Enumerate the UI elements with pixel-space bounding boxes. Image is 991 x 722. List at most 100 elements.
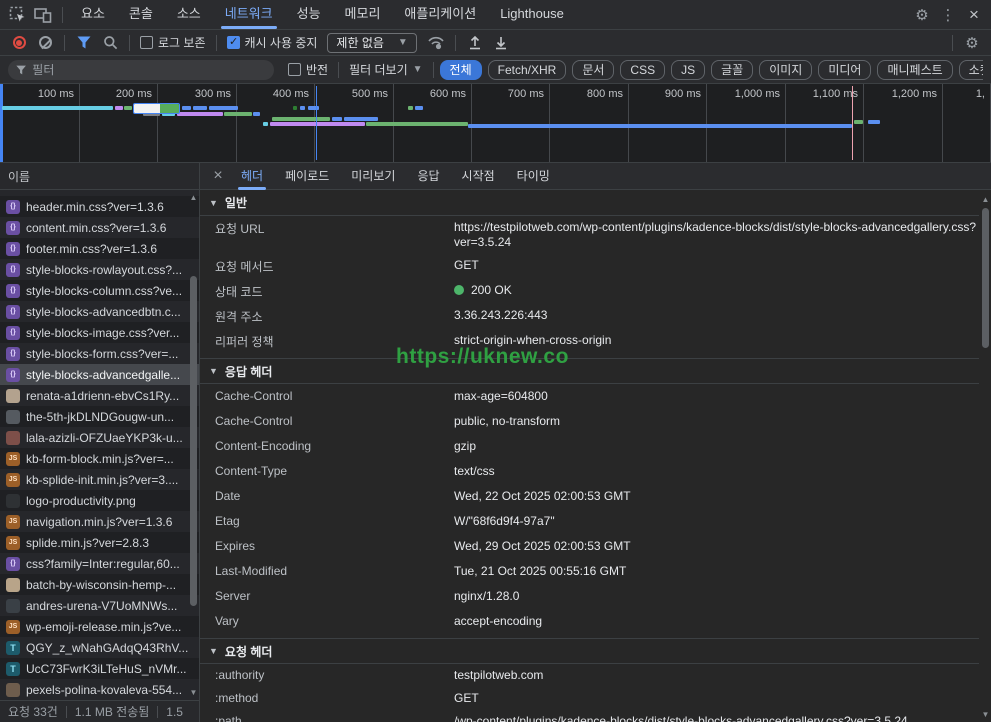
- waterfall-bar: [408, 106, 413, 110]
- request-list-scrollbar[interactable]: ▲ ▼: [188, 190, 199, 700]
- request-row[interactable]: andres-urena-V7UoMNWs...: [0, 595, 199, 616]
- request-row[interactable]: JSnavigation.min.js?ver=1.3.6: [0, 511, 199, 532]
- filter-icon[interactable]: [71, 31, 97, 55]
- header-name: Expires: [215, 539, 454, 553]
- network-conditions-icon[interactable]: [423, 31, 449, 55]
- request-row[interactable]: {}style-blocks-image.css?ver...: [0, 322, 199, 343]
- scroll-down-icon[interactable]: ▼: [980, 709, 991, 720]
- request-row[interactable]: {}style-blocks-form.css?ver=...: [0, 343, 199, 364]
- timeline-gridline: [942, 84, 943, 162]
- scrollbar-thumb[interactable]: [190, 276, 197, 606]
- request-row[interactable]: {}footer.min.css?ver=1.3.6: [0, 238, 199, 259]
- request-row[interactable]: logo-productivity.png: [0, 490, 199, 511]
- waterfall-bar: [854, 120, 863, 124]
- header-name: Server: [215, 589, 454, 603]
- filter-input-pill[interactable]: [8, 60, 274, 80]
- main-tab-5[interactable]: 성능: [285, 0, 333, 30]
- waterfall-bar: [224, 112, 252, 116]
- clear-icon[interactable]: [32, 31, 58, 55]
- close-icon[interactable]: ×: [961, 3, 987, 27]
- export-har-icon[interactable]: [488, 31, 514, 55]
- scrollbar-thumb[interactable]: [982, 208, 989, 348]
- request-name: renata-a1drienn-ebvCs1Ry...: [26, 389, 179, 403]
- request-row[interactable]: pexels-polina-kovaleva-554...: [0, 679, 199, 700]
- more-menu-icon[interactable]: ⋮: [935, 3, 961, 27]
- request-row[interactable]: lala-azizli-OFZUaeYKP3k-u...: [0, 427, 199, 448]
- detail-tab-1[interactable]: 헤더: [230, 163, 274, 190]
- request-name: style-blocks-image.css?ver...: [26, 326, 179, 340]
- header-row: Content-Encodinggzip: [200, 434, 979, 459]
- request-row[interactable]: {}style-blocks-rowlayout.css?...: [0, 259, 199, 280]
- main-tab-4[interactable]: 네트워크: [213, 0, 285, 30]
- name-column-header[interactable]: 이름: [0, 163, 199, 190]
- scroll-up-icon[interactable]: ▲: [980, 194, 991, 205]
- main-tab-7[interactable]: 애플리케이션: [392, 0, 488, 30]
- detail-tab-5[interactable]: 시작점: [451, 163, 506, 190]
- filter-chip-4[interactable]: CSS: [620, 60, 665, 80]
- css-file-icon: {}: [6, 347, 20, 361]
- network-overview-timeline[interactable]: 100 ms200 ms300 ms400 ms500 ms600 ms700 …: [0, 84, 991, 163]
- filter-chip-1[interactable]: 전체: [440, 60, 482, 80]
- section-header-1[interactable]: ▼일반: [200, 190, 979, 216]
- main-tab-6[interactable]: 메모리: [333, 0, 393, 30]
- scroll-down-icon[interactable]: ▼: [188, 687, 199, 698]
- device-toolbar-icon[interactable]: [30, 3, 56, 27]
- settings-gear-icon[interactable]: ⚙: [909, 3, 935, 27]
- filter-chip-3[interactable]: 문서: [572, 60, 614, 80]
- request-row[interactable]: {}css?family=Inter:regular,60...: [0, 553, 199, 574]
- network-settings-gear-icon[interactable]: ⚙: [959, 31, 985, 55]
- waterfall-bar: [332, 117, 342, 121]
- section-header-2[interactable]: ▼응답 헤더: [200, 358, 979, 384]
- request-row[interactable]: JSkb-splide-init.min.js?ver=3....: [0, 469, 199, 490]
- detail-tab-2[interactable]: 페이로드: [274, 163, 340, 190]
- header-row: Content-Typetext/css: [200, 459, 979, 484]
- detail-scrollbar[interactable]: ▲ ▼: [980, 190, 991, 722]
- filter-chip-5[interactable]: JS: [671, 60, 705, 80]
- inspect-element-icon[interactable]: [4, 3, 30, 27]
- main-tab-3[interactable]: 소스: [165, 0, 213, 30]
- request-row[interactable]: renata-a1drienn-ebvCs1Ry...: [0, 385, 199, 406]
- filter-chip-10[interactable]: 소켓: [959, 60, 983, 80]
- status-item: 1.5: [166, 705, 183, 719]
- detail-tab-4[interactable]: 응답: [406, 163, 450, 190]
- request-row[interactable]: TUcC73FwrK3iLTeHuS_nVMr...: [0, 658, 199, 679]
- preserve-log-checkbox[interactable]: 로그 보존: [136, 34, 210, 51]
- request-row[interactable]: the-5th-jkDLNDGougw-un...: [0, 406, 199, 427]
- request-row[interactable]: JSwp-emoji-release.min.js?ve...: [0, 616, 199, 637]
- filter-chip-6[interactable]: 글꼴: [711, 60, 753, 80]
- more-filters-button[interactable]: 필터 더보기 ▼: [345, 61, 426, 78]
- invert-checkbox[interactable]: 반전: [284, 61, 332, 78]
- filter-chip-7[interactable]: 이미지: [759, 60, 812, 80]
- header-row: Servernginx/1.28.0: [200, 584, 979, 609]
- scroll-up-icon[interactable]: ▲: [188, 192, 199, 203]
- request-row[interactable]: {}style-blocks-advancedbtn.c...: [0, 301, 199, 322]
- image-thumbnail: [6, 410, 20, 424]
- search-icon[interactable]: [97, 31, 123, 55]
- filter-chip-9[interactable]: 매니페스트: [877, 60, 952, 80]
- main-tab-8[interactable]: Lighthouse: [488, 0, 576, 30]
- main-tab-2[interactable]: 콘솔: [117, 0, 165, 30]
- request-row[interactable]: batch-by-wisconsin-hemp-...: [0, 574, 199, 595]
- request-row[interactable]: {}style-blocks-advancedgalle...: [0, 364, 199, 385]
- section-header-3[interactable]: ▼요청 헤더: [200, 638, 979, 664]
- request-row[interactable]: JSkb-form-block.min.js?ver=...: [0, 448, 199, 469]
- request-row[interactable]: {}style-blocks-column.css?ve...: [0, 280, 199, 301]
- close-detail-icon[interactable]: ×: [206, 167, 230, 185]
- request-row[interactable]: {}content.min.css?ver=1.3.6: [0, 217, 199, 238]
- filter-chip-2[interactable]: Fetch/XHR: [488, 60, 567, 80]
- record-icon[interactable]: [6, 31, 32, 55]
- detail-tab-3[interactable]: 미리보기: [340, 163, 406, 190]
- main-tab-1[interactable]: 요소: [69, 0, 117, 30]
- filter-input[interactable]: [32, 63, 266, 77]
- throttling-dropdown[interactable]: 제한 없음 ▼: [327, 33, 416, 53]
- request-row[interactable]: JSsplide.min.js?ver=2.8.3: [0, 532, 199, 553]
- detail-tab-6[interactable]: 타이밍: [506, 163, 561, 190]
- filter-chip-8[interactable]: 미디어: [818, 60, 871, 80]
- import-har-icon[interactable]: [462, 31, 488, 55]
- header-row: Cache-Controlmax-age=604800: [200, 384, 979, 409]
- request-row[interactable]: {}header.min.css?ver=1.3.6: [0, 196, 199, 217]
- header-value: Tue, 21 Oct 2025 00:55:16 GMT: [454, 564, 979, 579]
- request-row[interactable]: TQGY_z_wNahGAdqQ43RhV...: [0, 637, 199, 658]
- header-value: 200 OK: [454, 283, 979, 298]
- disable-cache-checkbox[interactable]: 캐시 사용 중지: [223, 34, 322, 51]
